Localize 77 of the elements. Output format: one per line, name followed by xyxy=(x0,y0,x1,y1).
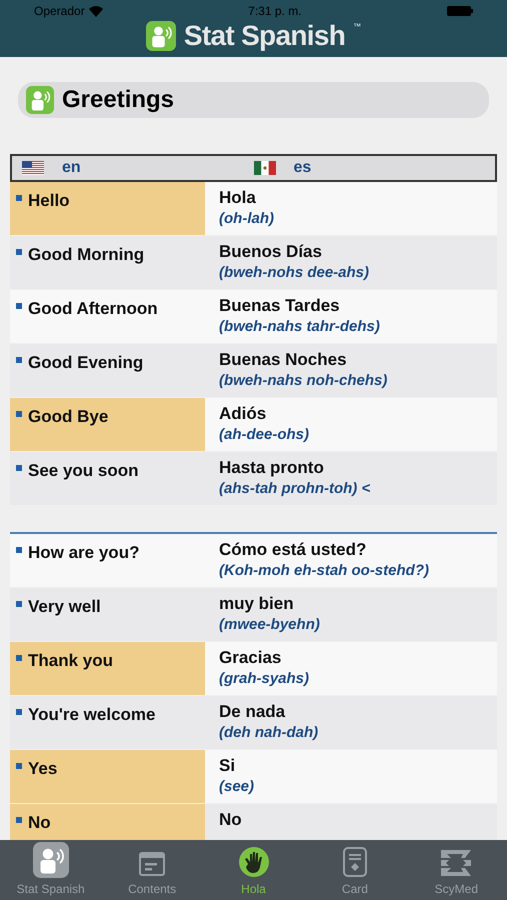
english-phrase: Yes xyxy=(28,758,58,780)
person-icon xyxy=(26,86,54,114)
english-phrase: You're welcome xyxy=(28,704,156,726)
spanish-phrase: No xyxy=(219,810,243,830)
spanish-phrase: Hola xyxy=(219,188,257,208)
phrase-cell[interactable]: No xyxy=(10,804,205,840)
app-logo-icon xyxy=(146,21,176,51)
bullet-icon xyxy=(16,601,22,607)
spanish-phrase: Hasta pronto xyxy=(219,458,325,478)
spanish-phrase: Adiós xyxy=(219,404,268,424)
spanish-phrase: Buenas Noches xyxy=(219,350,348,370)
document-icon xyxy=(138,850,166,878)
phrase-cell[interactable]: Very well xyxy=(10,588,205,641)
english-phrase: No xyxy=(28,812,51,834)
card-icon xyxy=(342,846,368,878)
pronunciation: (mwee-byehn) xyxy=(219,615,321,635)
phrase-cell[interactable]: Hello xyxy=(10,182,205,235)
phrase-cell[interactable]: Good Evening xyxy=(10,344,205,397)
spanish-phrase: muy bien xyxy=(219,594,295,614)
bullet-icon xyxy=(16,709,22,715)
spanish-phrase: Buenas Tardes xyxy=(219,296,341,316)
person-icon xyxy=(32,842,69,878)
carrier-label: Operador xyxy=(34,3,85,20)
english-phrase: How are you? xyxy=(28,542,140,564)
battery-icon xyxy=(446,6,473,16)
english-phrase: Good Evening xyxy=(28,352,144,374)
hand-icon xyxy=(238,846,270,878)
pronunciation: (see) xyxy=(219,777,256,797)
spanish-phrase: Si xyxy=(219,756,236,776)
spanish-phrase: Gracias xyxy=(219,648,282,668)
bullet-icon xyxy=(16,357,22,363)
phrase-cell[interactable]: You're welcome xyxy=(10,696,205,749)
bullet-icon xyxy=(16,655,22,661)
pronunciation: (deh nah-dah) xyxy=(219,723,320,743)
pronunciation: (oh-lah) xyxy=(219,209,275,229)
pronunciation: (ah-dee-ohs) xyxy=(219,425,310,445)
english-phrase: Hello xyxy=(28,190,70,212)
phrase-cell[interactable]: Good Afternoon xyxy=(10,290,205,343)
spanish-phrase: Buenos Días xyxy=(219,242,323,262)
status-time: 7:31 p. m. xyxy=(248,3,302,20)
phrase-cell[interactable]: Good Morning xyxy=(10,236,205,289)
pronunciation: (bweh-nahs noh-chehs) xyxy=(219,371,388,391)
english-phrase: Good Morning xyxy=(28,244,144,266)
english-phrase: Good Afternoon xyxy=(28,298,158,320)
bullet-icon xyxy=(16,547,22,553)
trademark-mark: ™ xyxy=(353,21,362,33)
language-label: es xyxy=(294,158,312,178)
bullet-icon xyxy=(16,465,22,471)
tab-button[interactable]: Hola xyxy=(202,840,304,900)
section-title: Greetings xyxy=(62,85,174,115)
wifi-icon xyxy=(88,6,103,16)
english-phrase: See you soon xyxy=(28,460,139,482)
english-phrase: Thank you xyxy=(28,650,114,672)
flag-icon xyxy=(22,161,44,175)
phrase-cell[interactable]: See you soon xyxy=(10,452,205,505)
bullet-icon xyxy=(16,303,22,309)
spanish-phrase: Cómo está usted? xyxy=(219,540,368,560)
bullet-icon xyxy=(16,195,22,201)
pronunciation: (Koh-moh eh-stah oo-stehd?) xyxy=(219,561,430,581)
app-title: Stat Spanish xyxy=(184,22,346,50)
pronunciation: (bweh-nahs tahr-dehs) xyxy=(219,317,381,337)
phrase-cell[interactable]: Yes xyxy=(10,750,205,803)
phrase-cell[interactable]: How are you? xyxy=(10,534,205,587)
english-phrase: Good Bye xyxy=(28,406,108,428)
flag-icon xyxy=(254,161,276,175)
spanish-phrase: De nada xyxy=(219,702,286,722)
bullet-icon xyxy=(16,817,22,823)
language-label: en xyxy=(62,158,81,178)
pronunciation: (ahs-tah prohn-toh) < xyxy=(219,479,372,499)
english-phrase: Very well xyxy=(28,596,101,618)
bullet-icon xyxy=(16,411,22,417)
bullet-icon xyxy=(16,763,22,769)
phrase-cell[interactable]: Good Bye xyxy=(10,398,205,451)
phrase-cell[interactable]: Thank you xyxy=(10,642,205,695)
pronunciation: (bweh-nohs dee-ahs) xyxy=(219,263,370,283)
pronunciation: (grah-syahs) xyxy=(219,669,310,689)
bullet-icon xyxy=(16,249,22,255)
